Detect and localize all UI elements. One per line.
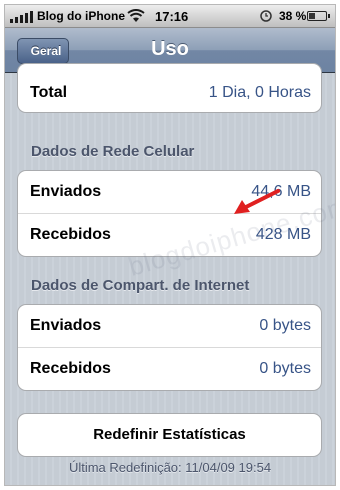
total-value: 1 Dia, 0 Horas [208, 84, 311, 101]
carrier-name: Blog do iPhone [37, 9, 125, 23]
usage-content[interactable]: Total 1 Dia, 0 Horas Dados de Rede Celul… [5, 63, 335, 485]
last-reset-text: Última Redefinição: 11/04/09 19:54 [68, 460, 272, 475]
tethering-section-header: Dados de Compart. de Internet [31, 277, 250, 294]
tethering-group: Enviados 0 bytes Recebidos 0 bytes [17, 304, 322, 391]
total-label: Total [30, 84, 68, 101]
total-row: Total 1 Dia, 0 Horas [18, 64, 321, 112]
tethering-received-label: Recebidos [30, 360, 111, 377]
reset-group: Redefinir Estatísticas [17, 413, 322, 457]
battery-percent: 38 % [279, 9, 307, 23]
tethering-received-value: 0 bytes [259, 360, 311, 377]
tethering-sent-label: Enviados [30, 317, 102, 334]
reset-statistics-button[interactable]: Redefinir Estatísticas [18, 414, 321, 456]
battery-icon [307, 11, 330, 21]
clock-lock-icon [260, 10, 272, 22]
page-title: Uso [151, 38, 189, 60]
tethering-sent-row: Enviados 0 bytes [18, 305, 321, 348]
tethering-received-row: Recebidos 0 bytes [18, 348, 321, 390]
tethering-sent-value: 0 bytes [259, 317, 311, 334]
cellular-received-label: Recebidos [30, 226, 111, 243]
total-group: Total 1 Dia, 0 Horas [17, 63, 322, 113]
cellular-sent-label: Enviados [30, 183, 102, 200]
status-time: 17:16 [155, 9, 189, 24]
signal-icon [10, 10, 36, 23]
phone-screen: Blog do iPhone 17:16 38 % Geral Uso Tota… [4, 4, 336, 486]
wifi-icon [127, 9, 145, 22]
annotation-arrow-icon [234, 189, 280, 214]
status-bar: Blog do iPhone 17:16 38 % [5, 5, 335, 28]
cellular-section-header: Dados de Rede Celular [31, 143, 195, 160]
